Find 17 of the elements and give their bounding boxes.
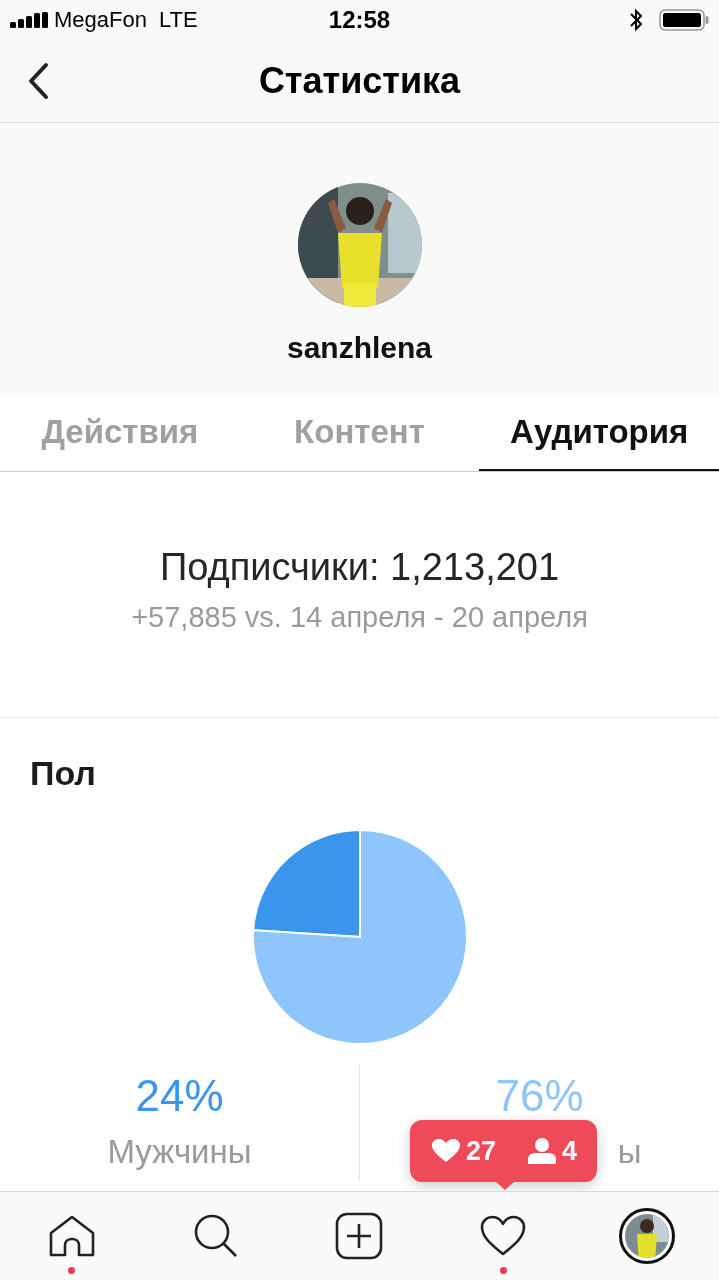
percentage: 76% [495,1071,584,1121]
tab[interactable]: Аудитория [479,395,719,471]
clock-time: 12:58 [328,6,391,34]
percentage: 24% [135,1071,224,1121]
tab[interactable]: Контент [239,395,480,471]
network-type: LTE [158,7,198,33]
username: sanzhlena [286,331,433,365]
gender-label: ы [617,1133,642,1171]
follows-count: 4 [562,1135,578,1167]
screen-title: Статистика [258,60,461,102]
followers-change: +57,885 vs. 14 апреля - 20 апреля [131,601,588,634]
gender-label: Мужчины [107,1133,252,1171]
likes-count: 27 [466,1135,497,1167]
followers-count: Подписчики: 1,213,201 [159,546,560,589]
carrier-name: MegaFon [54,7,147,33]
section-title: Пол [30,754,97,793]
tab[interactable]: Действия [0,395,240,471]
